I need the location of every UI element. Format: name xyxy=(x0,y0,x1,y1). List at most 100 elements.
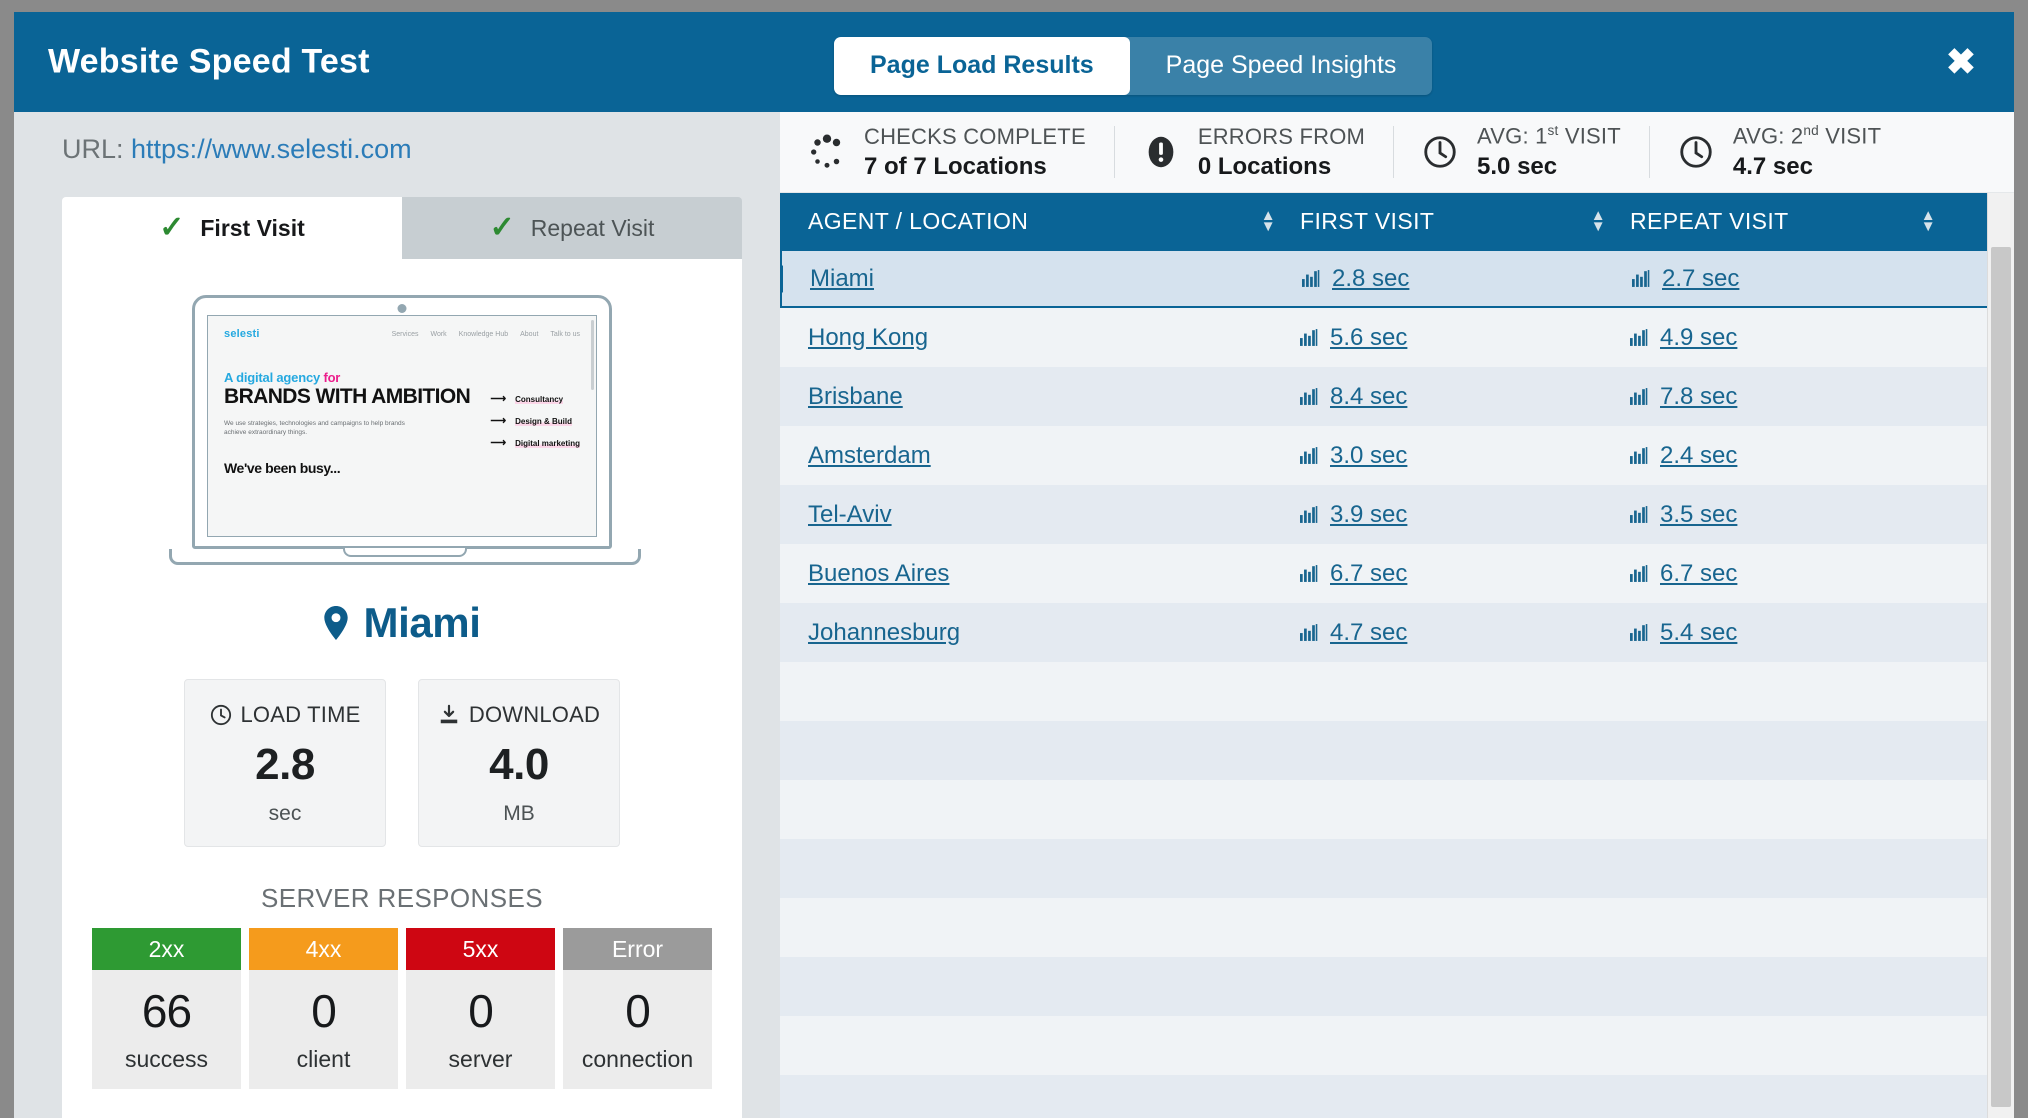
summary-strip: CHECKS COMPLETE 7 of 7 Locations ERRORS … xyxy=(780,112,2014,193)
location-link[interactable]: Tel-Aviv xyxy=(808,501,892,529)
column-header-repeat-visit[interactable]: REPEAT VISIT ▲ ▼ xyxy=(1630,208,1960,235)
tab-repeat-visit-label: Repeat Visit xyxy=(530,214,655,241)
first-visit-link[interactable]: 4.7 sec xyxy=(1330,619,1407,647)
chart-icon[interactable] xyxy=(1300,329,1318,346)
preview-site-nav: selesti Services Work Knowledge Hub Abou… xyxy=(224,328,580,340)
close-icon[interactable]: ✖ xyxy=(1946,44,1976,80)
metric-cards: LOAD TIME 2.8 sec DOWNLOAD 4.0 MB xyxy=(62,679,742,847)
cell-location: Hong Kong xyxy=(780,324,1300,352)
first-visit-link[interactable]: 8.4 sec xyxy=(1330,383,1407,411)
location-link[interactable]: Hong Kong xyxy=(808,324,928,352)
chart-icon[interactable] xyxy=(1630,329,1648,346)
chart-icon[interactable] xyxy=(1630,624,1648,641)
response-kind: client xyxy=(296,1046,351,1072)
column-header-agent-location[interactable]: AGENT / LOCATION ▲ ▼ xyxy=(780,208,1300,235)
selected-row-caret xyxy=(780,264,783,293)
url-link[interactable]: https://www.selesti.com xyxy=(131,134,412,164)
summary-value: 0 Locations xyxy=(1197,152,1332,180)
selected-location-name: Miami xyxy=(363,599,481,646)
preview-nav-item: Talk to us xyxy=(550,330,580,338)
table-row-empty xyxy=(780,1016,2014,1075)
response-col-2xx: 2xx 66 success xyxy=(92,928,241,1089)
repeat-visit-link[interactable]: 2.4 sec xyxy=(1660,442,1737,470)
chart-icon[interactable] xyxy=(1300,447,1318,464)
chart-icon[interactable] xyxy=(1300,388,1318,405)
repeat-visit-link[interactable]: 3.5 sec xyxy=(1660,501,1737,529)
laptop-base xyxy=(169,548,641,565)
cell-first-visit: 8.4 sec xyxy=(1300,383,1630,411)
site-preview-laptop[interactable]: selesti Services Work Knowledge Hub Abou… xyxy=(169,295,641,565)
chart-icon[interactable] xyxy=(1632,270,1650,287)
chart-icon[interactable] xyxy=(1300,506,1318,523)
repeat-visit-link[interactable]: 5.4 sec xyxy=(1660,619,1737,647)
table-scrollbar[interactable] xyxy=(1987,193,2014,1118)
table-row[interactable]: Tel-Aviv 3.9 sec 3.5 sec xyxy=(780,485,2014,544)
sort-icon[interactable]: ▲ ▼ xyxy=(1261,208,1276,234)
preview-kicker-a: A digital agency xyxy=(224,370,321,385)
table-row-empty xyxy=(780,662,2014,721)
tab-page-load-results[interactable]: Page Load Results xyxy=(834,37,1130,95)
preview-kicker-b: for xyxy=(323,370,341,385)
repeat-visit-link[interactable]: 6.7 sec xyxy=(1660,560,1737,588)
preview-nav-item: Knowledge Hub xyxy=(458,330,509,338)
location-link[interactable]: Brisbane xyxy=(808,383,903,411)
chart-icon[interactable] xyxy=(1300,624,1318,641)
location-link[interactable]: Miami xyxy=(810,265,874,293)
first-visit-link[interactable]: 6.7 sec xyxy=(1330,560,1407,588)
cell-repeat-visit: 5.4 sec xyxy=(1630,619,1960,647)
location-link[interactable]: Buenos Aires xyxy=(808,560,949,588)
preview-service-item: ⟶ Design & Build xyxy=(490,416,580,427)
table-row-empty xyxy=(780,839,2014,898)
table-row[interactable]: Miami 2.8 sec 2.7 sec xyxy=(780,249,2014,308)
first-visit-link[interactable]: 2.8 sec xyxy=(1332,265,1409,293)
preview-nav-item: Work xyxy=(430,330,447,338)
location-link[interactable]: Johannesburg xyxy=(808,619,960,647)
response-count: 0 xyxy=(625,985,651,1037)
table-row[interactable]: Amsterdam 3.0 sec 2.4 sec xyxy=(780,426,2014,485)
response-code: 5xx xyxy=(406,928,555,970)
summary-text: AVG: 2nd VISIT 4.7 sec xyxy=(1733,123,1881,180)
sort-icon[interactable]: ▲ ▼ xyxy=(1591,208,1606,234)
first-visit-link[interactable]: 3.9 sec xyxy=(1330,501,1407,529)
alert-icon xyxy=(1148,136,1174,168)
check-icon: ✓ xyxy=(159,211,185,244)
chart-icon[interactable] xyxy=(1630,565,1648,582)
preview-hero-subtitle: We use strategies, technologies and camp… xyxy=(224,419,405,437)
chart-icon[interactable] xyxy=(1300,565,1318,582)
sort-icon[interactable]: ▲ ▼ xyxy=(1921,208,1936,234)
chart-icon[interactable] xyxy=(1630,447,1648,464)
response-count: 0 xyxy=(311,985,337,1037)
tab-page-speed-insights[interactable]: Page Speed Insights xyxy=(1130,37,1433,95)
preview-service-label: Consultancy xyxy=(515,395,564,404)
first-visit-link[interactable]: 5.6 sec xyxy=(1330,324,1407,352)
metric-card-download: DOWNLOAD 4.0 MB xyxy=(418,679,620,847)
repeat-visit-link[interactable]: 4.9 sec xyxy=(1660,324,1737,352)
location-link[interactable]: Amsterdam xyxy=(808,442,931,470)
chart-icon[interactable] xyxy=(1630,388,1648,405)
preview-service-label: Digital marketing xyxy=(515,439,580,448)
response-count: 0 xyxy=(468,985,494,1037)
arrow-right-icon: ⟶ xyxy=(490,393,507,405)
preview-service-item: ⟶ Consultancy xyxy=(490,394,580,405)
scrollbar-thumb[interactable] xyxy=(1991,247,2011,1107)
column-header-label: AGENT / LOCATION xyxy=(808,207,1029,234)
summary-label: AVG: 1st VISIT xyxy=(1477,123,1621,149)
table-row[interactable]: Johannesburg 4.7 sec 5.4 sec xyxy=(780,603,2014,662)
column-header-first-visit[interactable]: FIRST VISIT ▲ ▼ xyxy=(1300,208,1630,235)
tab-repeat-visit[interactable]: ✓ Repeat Visit xyxy=(402,197,742,259)
table-row[interactable]: Brisbane 8.4 sec 7.8 sec xyxy=(780,367,2014,426)
repeat-visit-link[interactable]: 2.7 sec xyxy=(1662,265,1739,293)
chart-icon[interactable] xyxy=(1630,506,1648,523)
chart-icon[interactable] xyxy=(1302,270,1320,287)
cell-repeat-visit: 3.5 sec xyxy=(1630,501,1960,529)
tab-first-visit[interactable]: ✓ First Visit xyxy=(62,197,402,259)
repeat-visit-link[interactable]: 7.8 sec xyxy=(1660,383,1737,411)
table-row[interactable]: Hong Kong 5.6 sec 4.9 sec xyxy=(780,308,2014,367)
server-responses: 2xx 66 success 4xx 0 client 5xx 0 server… xyxy=(92,928,712,1089)
table-row[interactable]: Buenos Aires 6.7 sec 6.7 sec xyxy=(780,544,2014,603)
first-visit-link[interactable]: 3.0 sec xyxy=(1330,442,1407,470)
preview-nav-item: About xyxy=(520,330,539,338)
cell-repeat-visit: 7.8 sec xyxy=(1630,383,1960,411)
summary-label: CHECKS COMPLETE xyxy=(864,123,1086,149)
arrow-right-icon: ⟶ xyxy=(490,437,507,449)
